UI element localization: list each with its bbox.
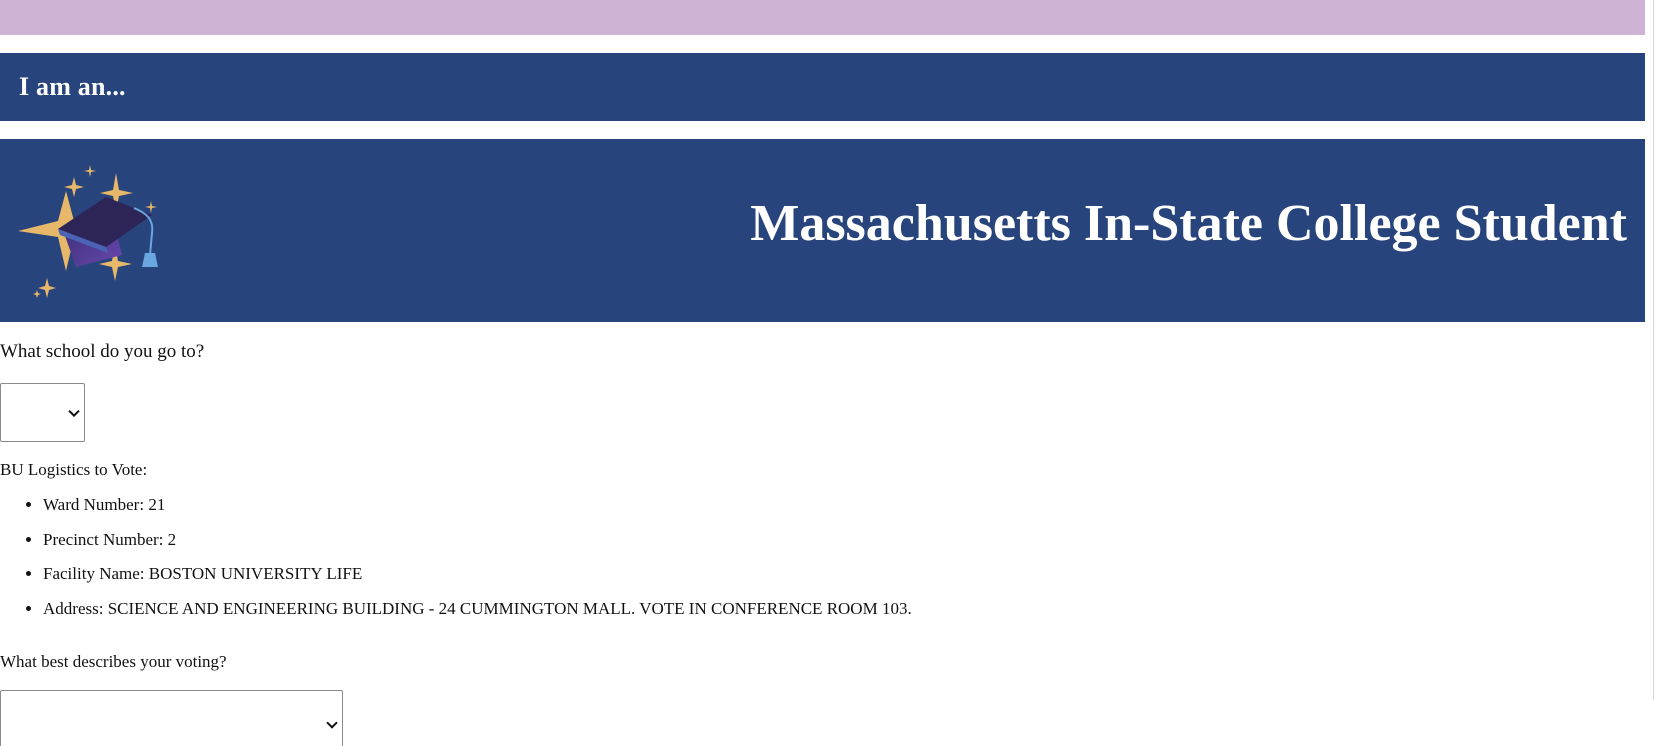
list-item-facility: Facility Name: BOSTON UNIVERSITY LIFE [43, 563, 912, 598]
voting-select[interactable] [0, 690, 343, 746]
chevron-down-icon [68, 405, 80, 417]
school-question-label: What school do you go to? [0, 341, 205, 362]
voting-question-label: What best describes your voting? [0, 652, 227, 671]
top-color-band [0, 0, 1645, 35]
chevron-down-icon [326, 717, 338, 729]
graduation-cap-sparkles-icon [18, 165, 158, 298]
scrollbar-track[interactable] [1653, 0, 1654, 700]
iam-header-bar: I am an... [0, 53, 1645, 121]
banner-title: Massachusetts In-State College Student [750, 195, 1627, 252]
student-banner: Massachusetts In-State College Student [0, 139, 1645, 322]
school-select[interactable] [0, 383, 85, 442]
iam-heading: I am an... [19, 72, 126, 101]
logistics-label: BU Logistics to Vote: [0, 460, 148, 479]
list-item-precinct: Precinct Number: 2 [43, 529, 912, 564]
list-item-address: Address: SCIENCE AND ENGINEERING BUILDIN… [43, 598, 912, 633]
logistics-list: Ward Number: 21 Precinct Number: 2 Facil… [0, 494, 912, 632]
list-item-ward: Ward Number: 21 [43, 494, 912, 529]
page: I am an... Massachusetts In-State Colleg… [0, 0, 1658, 746]
